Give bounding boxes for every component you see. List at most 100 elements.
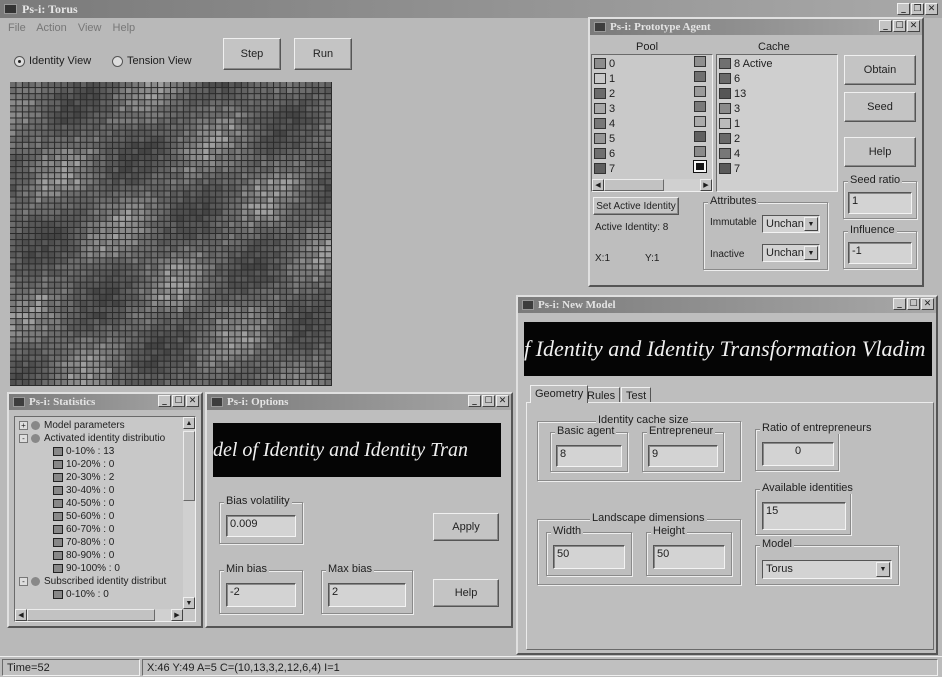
scroll-thumb[interactable] [27,609,155,621]
cache-item[interactable]: 4 [718,146,773,161]
max-bias-field[interactable]: 2 [328,583,406,607]
tree-node[interactable]: - Subscribed identity distribut [19,575,181,588]
minimize-icon[interactable]: _ [893,298,906,310]
tree-node[interactable]: 70-80% : 0 [19,536,181,549]
pool-item[interactable]: 4 [593,116,693,131]
cache-item[interactable]: 3 [718,101,773,116]
dropdown-arrow-icon[interactable]: ▼ [876,562,890,577]
mid-swatch[interactable] [694,131,706,142]
pool-item[interactable]: 3 [593,101,693,116]
pool-item[interactable]: 2 [593,86,693,101]
maximize-icon[interactable]: ☐ [893,20,906,32]
minimize-icon[interactable]: _ [468,395,481,407]
cache-item[interactable]: 1 [718,116,773,131]
scroll-left-icon[interactable]: ◀ [15,609,27,621]
pool-item[interactable]: 5 [593,131,693,146]
tension-view-radio[interactable]: Tension View [112,55,192,67]
obtain-button[interactable]: Obtain [844,55,916,85]
close-icon[interactable]: ✕ [925,3,938,15]
expand-icon[interactable]: + [19,421,28,430]
mid-swatch[interactable] [694,116,706,127]
pool-hscrollbar[interactable]: ◀ ▶ [592,179,712,191]
influence-field[interactable]: -1 [848,242,912,264]
help-button[interactable]: Help [844,137,916,167]
main-titlebar[interactable]: Ps-i: Torus [0,0,942,18]
mid-swatch[interactable] [694,86,706,97]
scroll-thumb[interactable] [183,431,195,501]
maximize-icon[interactable]: ☐ [172,395,185,407]
pool-item[interactable]: 7 [593,161,693,176]
menu-help[interactable]: Help [113,22,136,34]
new-model-titlebar[interactable]: Ps-i: New Model _ ☐ ✕ [518,297,936,313]
tree-node[interactable]: - Activated identity distributio [19,432,181,445]
tree-node[interactable]: 20-30% : 2 [19,471,181,484]
cache-item[interactable]: 8 Active [718,56,773,71]
available-identities-field[interactable]: 15 [762,502,846,530]
prototype-titlebar[interactable]: Ps-i: Prototype Agent _ ☐ ✕ [590,19,922,35]
tree-node[interactable]: 40-50% : 0 [19,497,181,510]
immutable-select[interactable]: Unchanc ▼ [762,215,820,233]
tree-node[interactable]: 10-20% : 0 [19,458,181,471]
landscape-grid[interactable] [10,82,332,386]
tree-node[interactable]: 30-40% : 0 [19,484,181,497]
min-bias-field[interactable]: -2 [226,583,296,607]
apply-button[interactable]: Apply [433,513,499,541]
statistics-titlebar[interactable]: Ps-i: Statistics _ ☐ ✕ [9,394,201,410]
close-icon[interactable]: ✕ [186,395,199,407]
dropdown-arrow-icon[interactable]: ▼ [804,217,818,231]
menu-file[interactable]: File [8,22,26,34]
pool-item[interactable]: 0 [593,56,693,71]
minimize-icon[interactable]: _ [158,395,171,407]
run-button[interactable]: Run [294,38,352,70]
step-button[interactable]: Step [223,38,281,70]
cache-list[interactable]: 8 Active 6 13 3 1 2 4 7 [716,54,838,192]
tree-node[interactable]: 50-60% : 0 [19,510,181,523]
set-active-identity-button[interactable]: Set Active Identity [593,197,679,215]
mid-swatch[interactable] [694,101,706,112]
bias-volatility-field[interactable]: 0.009 [226,515,296,537]
mid-swatch[interactable] [694,56,706,67]
maximize-icon[interactable]: ☐ [482,395,495,407]
tree-node[interactable]: 80-90% : 0 [19,549,181,562]
scroll-right-icon[interactable]: ▶ [700,179,712,191]
ratio-field[interactable]: 0 [762,442,834,466]
tree-node[interactable]: 0-10% : 0 [19,588,181,601]
tree-node[interactable]: + Model parameters [19,419,181,432]
scroll-right-icon[interactable]: ▶ [171,609,183,621]
model-select[interactable]: Torus ▼ [762,560,892,579]
scroll-down-icon[interactable]: ▼ [183,597,195,609]
cache-item[interactable]: 2 [718,131,773,146]
options-titlebar[interactable]: Ps-i: Options _ ☐ ✕ [207,394,511,410]
scroll-left-icon[interactable]: ◀ [592,179,604,191]
options-help-button[interactable]: Help [433,579,499,607]
cache-item[interactable]: 13 [718,86,773,101]
maximize-icon[interactable]: ☐ [907,298,920,310]
seed-ratio-field[interactable]: 1 [848,192,912,214]
tree-vscrollbar[interactable]: ▲ ▼ [183,417,195,609]
menu-action[interactable]: Action [36,22,67,34]
mid-swatch[interactable] [694,146,706,157]
dropdown-arrow-icon[interactable]: ▼ [804,246,818,260]
minimize-icon[interactable]: _ [897,3,910,15]
cache-item[interactable]: 7 [718,161,773,176]
height-field[interactable]: 50 [653,545,725,569]
tree-node[interactable]: 60-70% : 0 [19,523,181,536]
mid-swatch[interactable] [694,71,706,82]
identity-view-radio[interactable]: Identity View [14,55,91,67]
inactive-select[interactable]: Unchanc ▼ [762,244,820,262]
mid-swatch[interactable] [693,160,707,173]
tree-node[interactable]: 90-100% : 0 [19,562,181,575]
scroll-up-icon[interactable]: ▲ [183,417,195,429]
pool-item[interactable]: 6 [593,146,693,161]
collapse-icon[interactable]: - [19,577,28,586]
tree-hscrollbar[interactable]: ◀ ▶ [15,609,183,621]
statistics-tree[interactable]: + Model parameters - Activated identity dis… [14,416,196,622]
width-field[interactable]: 50 [553,545,625,569]
seed-button[interactable]: Seed [844,92,916,122]
entrepreneur-field[interactable]: 9 [648,445,718,467]
tree-node[interactable]: 0-10% : 13 [19,445,181,458]
basic-agent-field[interactable]: 8 [556,445,622,467]
cache-item[interactable]: 6 [718,71,773,86]
tab-test[interactable]: Test [621,387,652,403]
close-icon[interactable]: ✕ [921,298,934,310]
